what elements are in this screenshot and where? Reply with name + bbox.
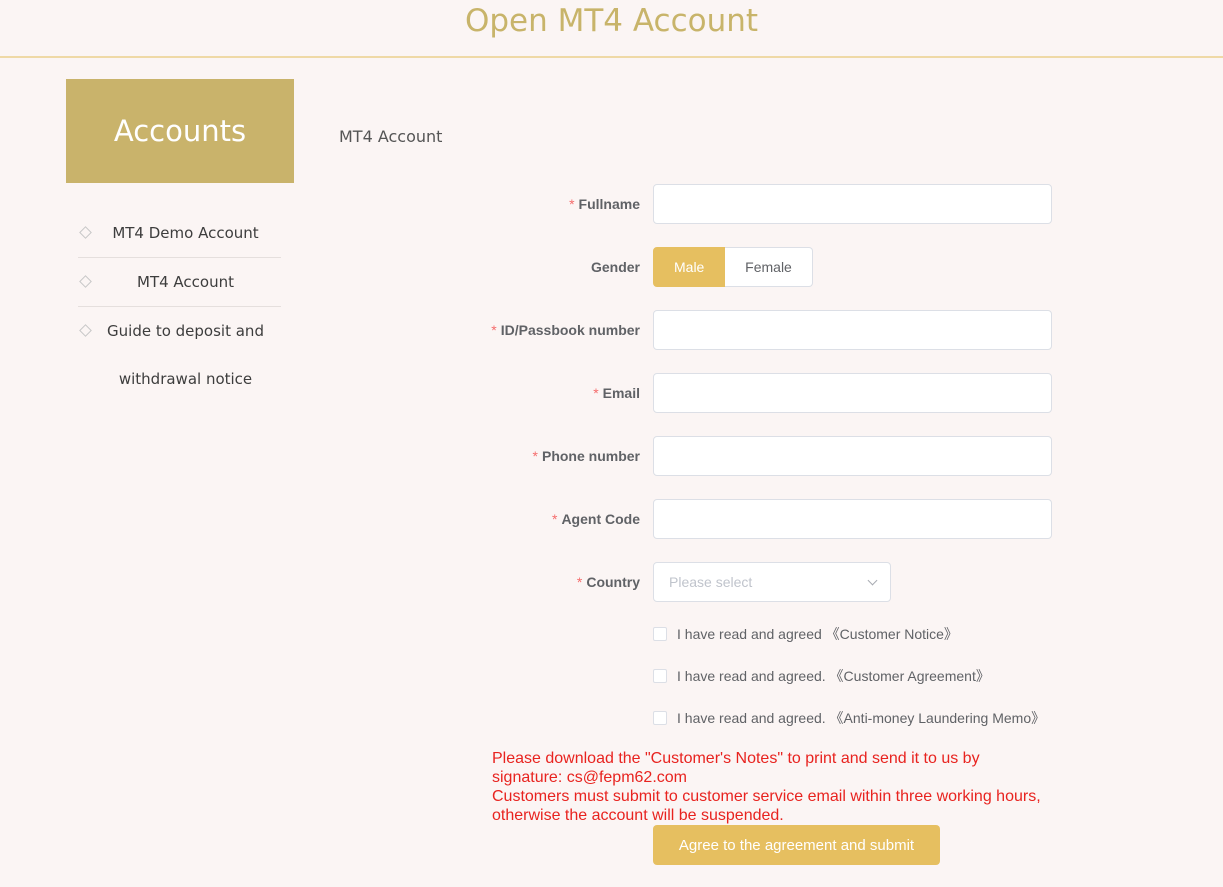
agent-code-input[interactable] (653, 499, 1052, 539)
required-mark: * (593, 385, 599, 401)
id-number-row: * ID/Passbook number (0, 310, 1223, 350)
gender-row: Gender Male Female (0, 247, 1223, 287)
notice-line-1: Please download the "Customer's Notes" t… (492, 750, 980, 786)
email-label: * Email (593, 385, 640, 401)
required-mark: * (532, 448, 538, 464)
country-select-placeholder: Please select (669, 574, 753, 590)
gender-label: Gender (590, 259, 640, 275)
required-mark: * (576, 574, 583, 590)
submit-button[interactable]: Agree to the agreement and submit (653, 825, 940, 865)
required-mark: * (569, 196, 575, 212)
phone-input[interactable] (653, 436, 1052, 476)
customer-agreement-checkbox-row[interactable]: I have read and agreed. 《Customer Agreem… (653, 666, 990, 686)
agent-code-label: * Agent Code (551, 511, 640, 527)
fullname-row: * Fullname (0, 184, 1223, 224)
gender-male-button[interactable]: Male (653, 247, 725, 287)
page-title: Open MT4 Account (464, 3, 759, 39)
page-header: Open MT4 Account (0, 0, 1223, 58)
aml-memo-checkbox-label: I have read and agreed. 《Anti-money Laun… (677, 710, 1046, 726)
email-input[interactable] (653, 373, 1052, 413)
id-number-label: * ID/Passbook number (491, 322, 640, 338)
fullname-input[interactable] (653, 184, 1052, 224)
id-number-input[interactable] (653, 310, 1052, 350)
customer-notice-checkbox[interactable] (653, 627, 667, 641)
customer-agreement-checkbox-label: I have read and agreed. 《Customer Agreem… (677, 668, 990, 684)
gender-female-button[interactable]: Female (725, 247, 813, 287)
aml-memo-checkbox-row[interactable]: I have read and agreed. 《Anti-money Laun… (653, 708, 1045, 728)
email-row: * Email (0, 373, 1223, 413)
notice-line-2: Customers must submit to customer servic… (492, 788, 1041, 824)
submission-notice: Please download the "Customer's Notes" t… (492, 749, 1052, 825)
phone-label: * Phone number (532, 448, 640, 464)
aml-memo-checkbox[interactable] (653, 711, 667, 725)
country-row: * Country Please select (0, 562, 1223, 602)
chevron-down-icon (867, 575, 878, 586)
fullname-label: * Fullname (569, 196, 640, 212)
phone-row: * Phone number (0, 436, 1223, 476)
required-mark: * (551, 511, 558, 527)
required-mark: * (491, 322, 497, 338)
section-label: MT4 Account (339, 127, 443, 146)
country-select[interactable]: Please select (653, 562, 891, 602)
customer-notice-checkbox-label: I have read and agreed 《Customer Notice》 (677, 626, 958, 642)
country-label: * Country (576, 574, 640, 590)
gender-radio-group: Male Female (653, 247, 813, 287)
customer-notice-checkbox-row[interactable]: I have read and agreed 《Customer Notice》 (653, 624, 958, 644)
page: Open MT4 Account Accounts MT4 Demo Accou… (0, 0, 1223, 887)
customer-agreement-checkbox[interactable] (653, 669, 667, 683)
sidebar-title: Accounts (66, 79, 294, 183)
agent-code-row: * Agent Code (0, 499, 1223, 539)
